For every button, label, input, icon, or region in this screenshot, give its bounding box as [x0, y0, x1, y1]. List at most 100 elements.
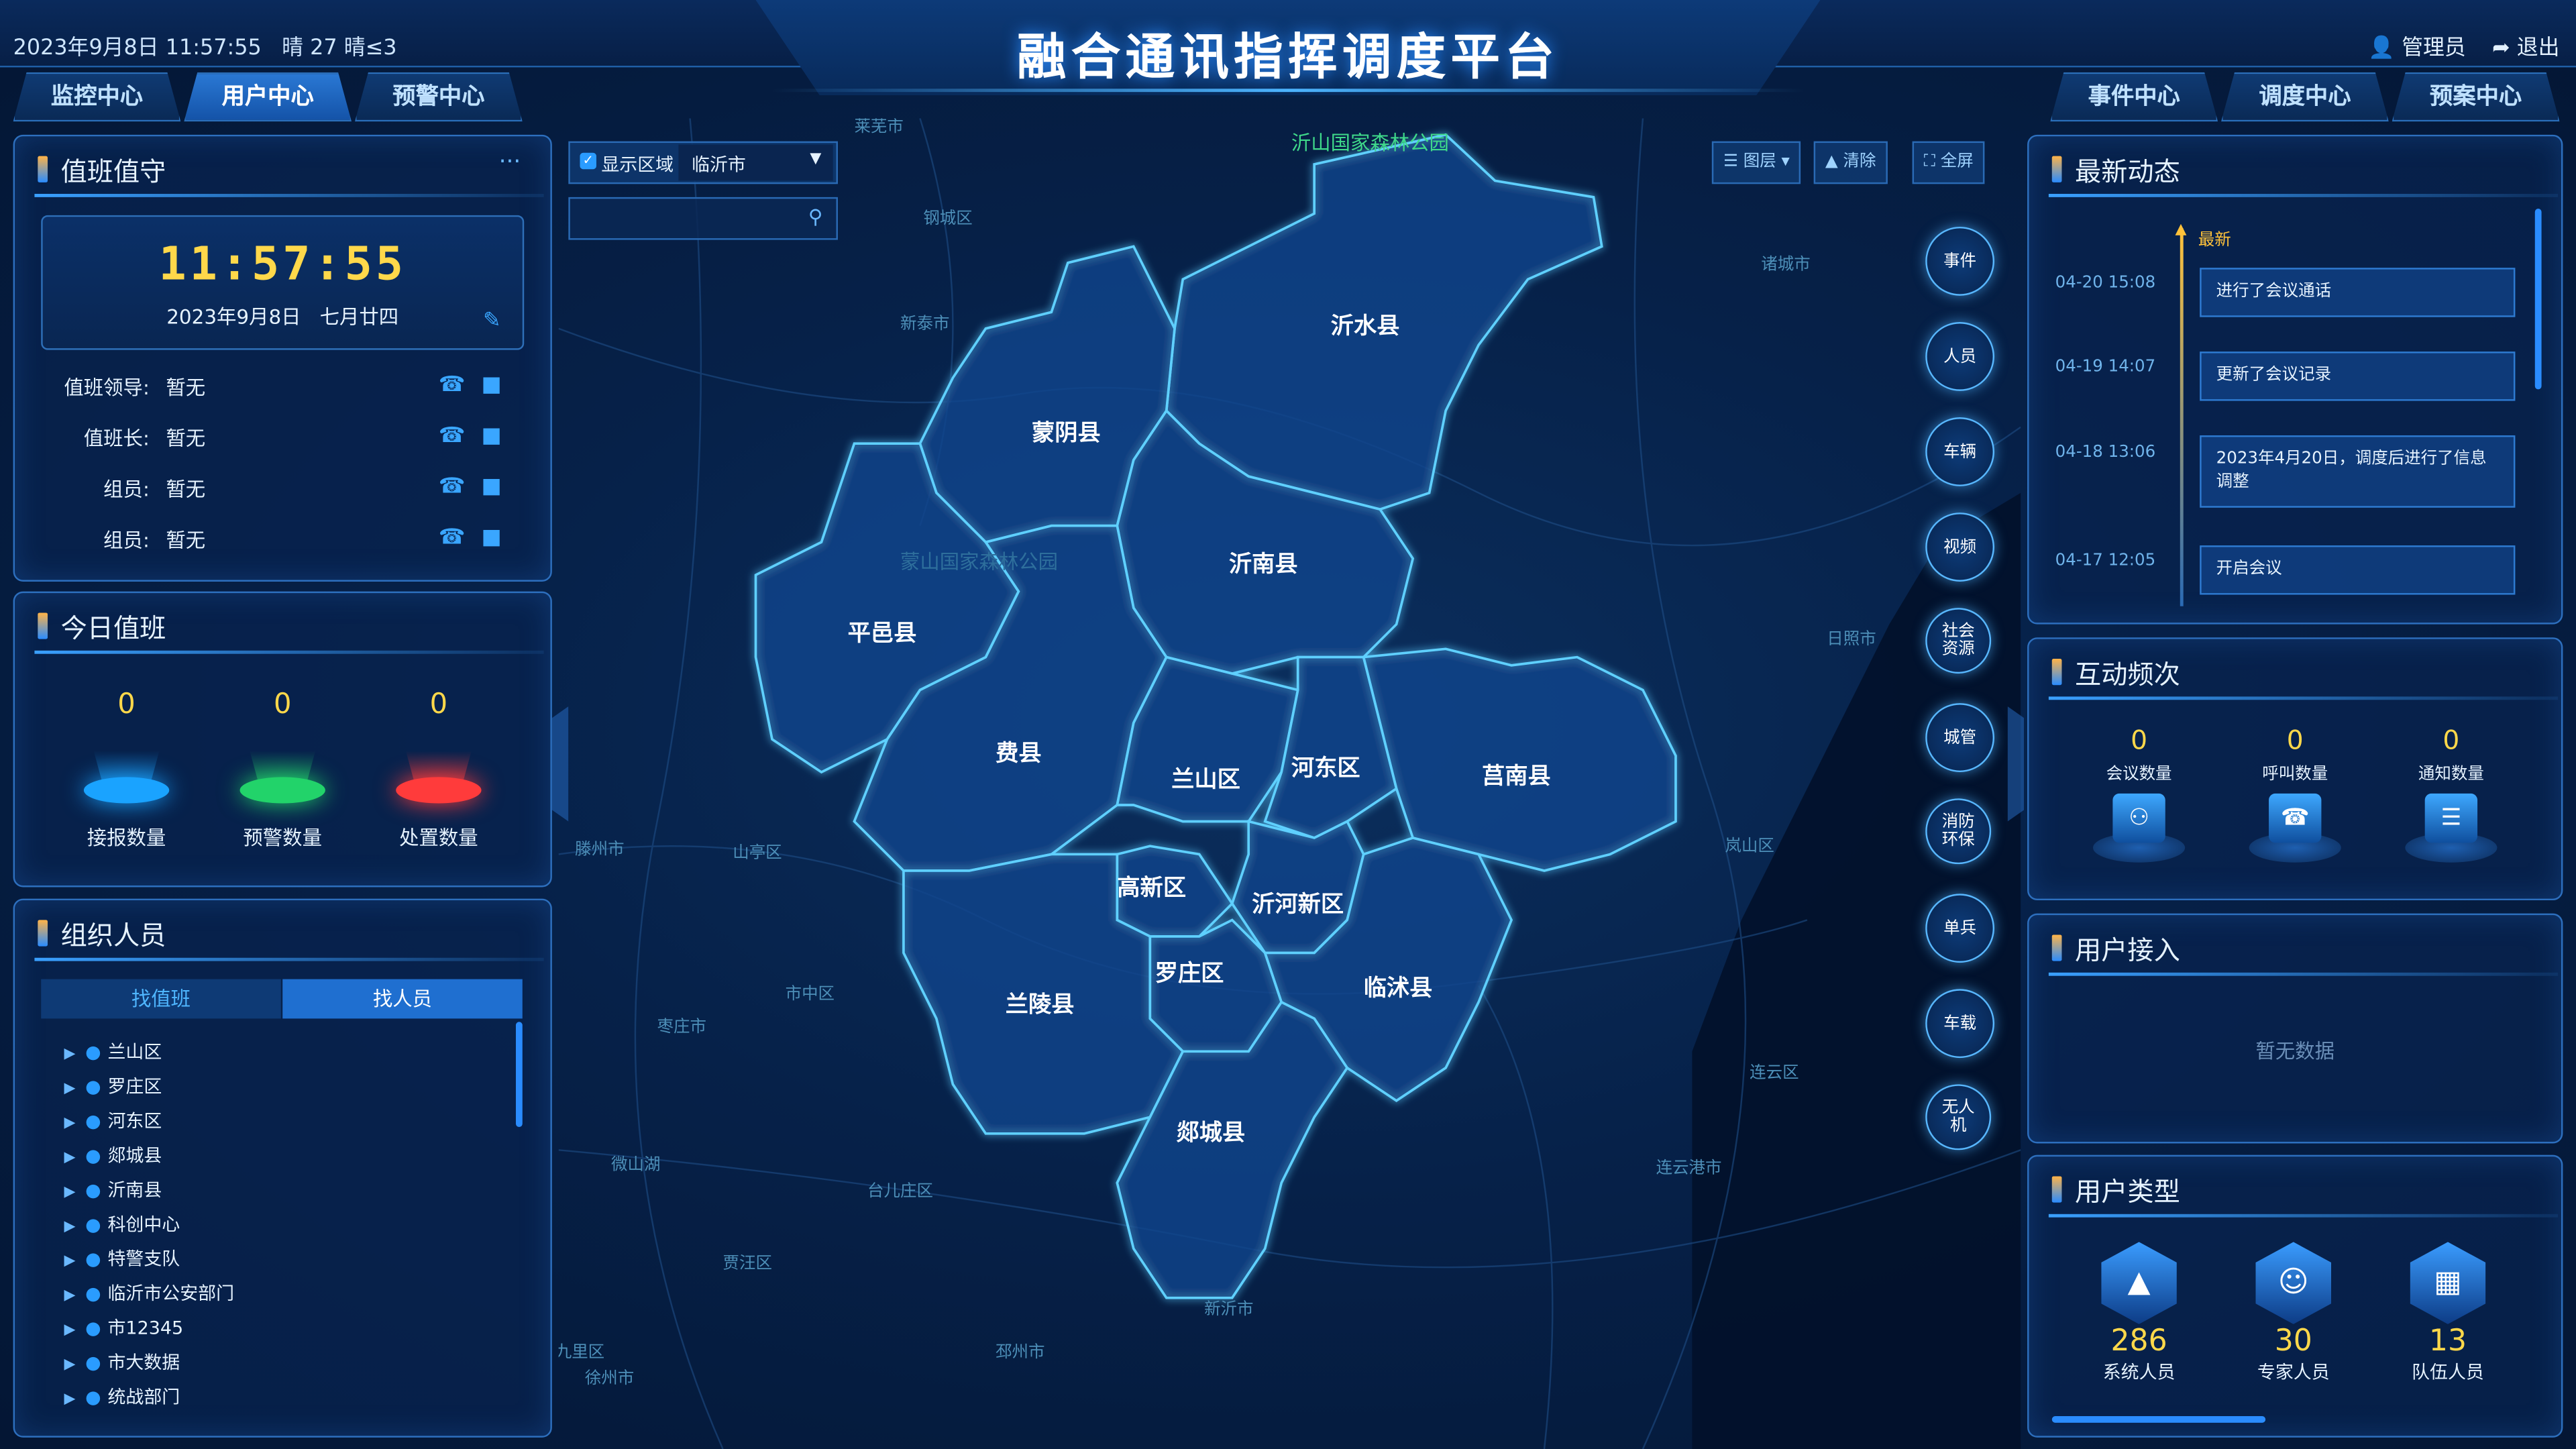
user-type-panel: 用户类型 ▲ 286 系统人员 ☺ 30 专家人员 ▦ 13 队伍人员: [2027, 1155, 2563, 1438]
user-type-system[interactable]: ▲ 286 系统人员: [2082, 1242, 2196, 1385]
tree-item[interactable]: ▶ ● 郯城县: [64, 1142, 162, 1168]
today-panel-title: 今日值班: [38, 606, 166, 646]
phone-icon[interactable]: ☎: [439, 373, 466, 398]
timeline-item[interactable]: 2023年4月20日，调度后进行了信息调整: [2200, 435, 2516, 508]
county-label-linshu: 临沭县: [1364, 975, 1433, 1002]
user-area: 👤 管理员 ➦ 退出: [2368, 30, 2559, 61]
tree-item[interactable]: ▶ ● 统战部门: [64, 1383, 180, 1409]
timeline-item[interactable]: 开启会议: [2200, 545, 2516, 595]
stat-label: 预警数量: [243, 826, 323, 850]
interaction-notice[interactable]: 0 通知数量 ☰: [2405, 724, 2498, 872]
clear-button[interactable]: ▲ 清除: [1813, 141, 1888, 184]
location-pin-icon: ●: [85, 1179, 101, 1201]
header: 融合通讯指挥调度平台 2023年9月8日 11:57:55 晴 27 晴≤3 👤…: [0, 0, 2576, 122]
layer-btn-city-management[interactable]: 城管: [1925, 703, 1995, 773]
county-label-luozhuang: 罗庄区: [1155, 960, 1224, 987]
layer-btn-vehicle[interactable]: 车辆: [1925, 417, 1995, 486]
user-icon: 👤: [2368, 36, 2396, 61]
video-call-icon[interactable]: ■: [482, 475, 502, 500]
layer-btn-social-resource[interactable]: 社会资源: [1925, 608, 1992, 674]
user-type-team[interactable]: ▦ 13 队伍人员: [2390, 1242, 2505, 1385]
user-type-expert[interactable]: ☺ 30 专家人员: [2236, 1242, 2351, 1385]
edit-icon[interactable]: ✎: [483, 309, 501, 333]
timeline-item[interactable]: 更新了会议记录: [2200, 352, 2516, 401]
tree-item[interactable]: ▶ ● 市大数据: [64, 1349, 180, 1375]
tree-item[interactable]: ▶ ● 兰山区: [64, 1038, 162, 1065]
phone-icon[interactable]: ☎: [439, 526, 466, 551]
timeline-line: [2180, 228, 2184, 606]
tree-item[interactable]: ▶ ● 河东区: [64, 1108, 162, 1134]
video-call-icon[interactable]: ■: [482, 526, 502, 551]
location-pin-icon: ●: [85, 1144, 101, 1167]
caret-right-icon: ▶: [64, 1288, 76, 1305]
fullscreen-button[interactable]: ⛶ 全屏: [1912, 141, 1985, 184]
tree-item[interactable]: ▶ ● 科创中心: [64, 1211, 180, 1237]
call-icon: ☎: [2249, 790, 2341, 872]
layer-label: 图层: [1743, 152, 1776, 171]
red-disc-icon: [389, 731, 488, 816]
layer-btn-drone[interactable]: 无人机: [1925, 1084, 1992, 1150]
user-type-value: 13: [2428, 1324, 2467, 1359]
clock-box: 11:57:55 2023年9月8日 七月廿四 ✎: [41, 215, 525, 350]
tree-scrollbar[interactable]: [515, 1022, 523, 1128]
bg-label: 滕州市: [575, 839, 624, 858]
tree-item[interactable]: ▶ ● 沂南县: [64, 1176, 162, 1202]
left-collapse-handle[interactable]: [551, 706, 569, 822]
interaction-meeting[interactable]: 0 会议数量 ⚇: [2093, 724, 2186, 872]
show-area-checkbox[interactable]: ✓: [580, 152, 596, 170]
phone-icon[interactable]: ☎: [439, 475, 466, 500]
user-type-scrollbar[interactable]: [2051, 1416, 2266, 1423]
access-title-text: 用户接入: [2075, 934, 2180, 967]
tab-find-duty[interactable]: 找值班: [41, 979, 281, 1019]
tab-warning-center[interactable]: 预警中心: [354, 72, 523, 122]
user-button[interactable]: 👤 管理员: [2368, 30, 2465, 61]
search-icon[interactable]: ⚲: [808, 205, 823, 228]
layer-btn-vehicle-mounted[interactable]: 车载: [1925, 989, 1995, 1059]
tree-item[interactable]: ▶ ● 市12345: [64, 1314, 184, 1340]
area-select[interactable]: 临沂市 ▼: [678, 144, 833, 181]
title-marker-icon: [38, 612, 48, 639]
interaction-label: 通知数量: [2418, 765, 2484, 784]
video-call-icon[interactable]: ■: [482, 424, 502, 449]
tab-plan-center[interactable]: 预案中心: [2392, 72, 2560, 122]
duty-more-button[interactable]: ···: [499, 150, 521, 176]
layer-btn-event[interactable]: 事件: [1925, 226, 1995, 296]
tree-item-label: 河东区: [107, 1110, 162, 1132]
timeline-time: 04-17 12:05: [2055, 551, 2156, 570]
layer-btn-personnel[interactable]: 人员: [1925, 322, 1995, 391]
phone-icon[interactable]: ☎: [439, 424, 466, 449]
news-scrollbar[interactable]: [2534, 209, 2542, 390]
tree-item-label: 临沂市公安部门: [107, 1283, 235, 1305]
logout-button[interactable]: ➦ 退出: [2492, 30, 2560, 61]
map-view[interactable]: 莱芜市 钢城区 新泰市 沂山国家森林公园 诸城市 蒙山国家森林公园 日照市 滕州…: [558, 118, 2021, 1449]
layer-button[interactable]: ☰ 图层 ▾: [1711, 141, 1801, 184]
interaction-title-text: 互动频次: [2075, 659, 2180, 690]
stat-warning[interactable]: 0 预警数量: [217, 688, 348, 851]
location-pin-icon: ●: [85, 1283, 101, 1305]
layer-btn-individual[interactable]: 单兵: [1925, 894, 1995, 963]
stat-received[interactable]: 0 接报数量: [61, 688, 193, 851]
layer-btn-video[interactable]: 视频: [1925, 513, 1995, 582]
video-call-icon[interactable]: ■: [482, 373, 502, 398]
tree-item[interactable]: ▶ ● 罗庄区: [64, 1073, 162, 1099]
tab-dispatch-center[interactable]: 调度中心: [2221, 72, 2389, 122]
caret-right-icon: ▶: [64, 1184, 76, 1201]
location-pin-icon: ●: [85, 1318, 101, 1339]
stat-handled[interactable]: 0 处置数量: [373, 688, 504, 851]
tab-user-center[interactable]: 用户中心: [184, 72, 352, 122]
timeline-item[interactable]: 进行了会议通话: [2200, 268, 2516, 317]
bg-label: 枣庄市: [657, 1016, 706, 1036]
tab-find-person[interactable]: 找人员: [282, 979, 523, 1019]
layer-btn-fire-env[interactable]: 消防环保: [1925, 798, 1992, 865]
map-search-input[interactable]: [576, 202, 797, 235]
chevron-down-icon: ▼: [810, 151, 822, 168]
interaction-label: 会议数量: [2106, 765, 2172, 784]
interaction-call[interactable]: 0 呼叫数量 ☎: [2249, 724, 2341, 872]
caret-right-icon: ▶: [64, 1219, 76, 1236]
news-title-text: 最新动态: [2075, 156, 2180, 188]
tab-monitor-center[interactable]: 监控中心: [13, 72, 181, 122]
right-collapse-handle[interactable]: [2007, 706, 2025, 822]
tab-event-center[interactable]: 事件中心: [2050, 72, 2218, 122]
tree-item[interactable]: ▶ ● 临沂市公安部门: [64, 1280, 235, 1306]
tree-item[interactable]: ▶ ● 特警支队: [64, 1245, 180, 1271]
